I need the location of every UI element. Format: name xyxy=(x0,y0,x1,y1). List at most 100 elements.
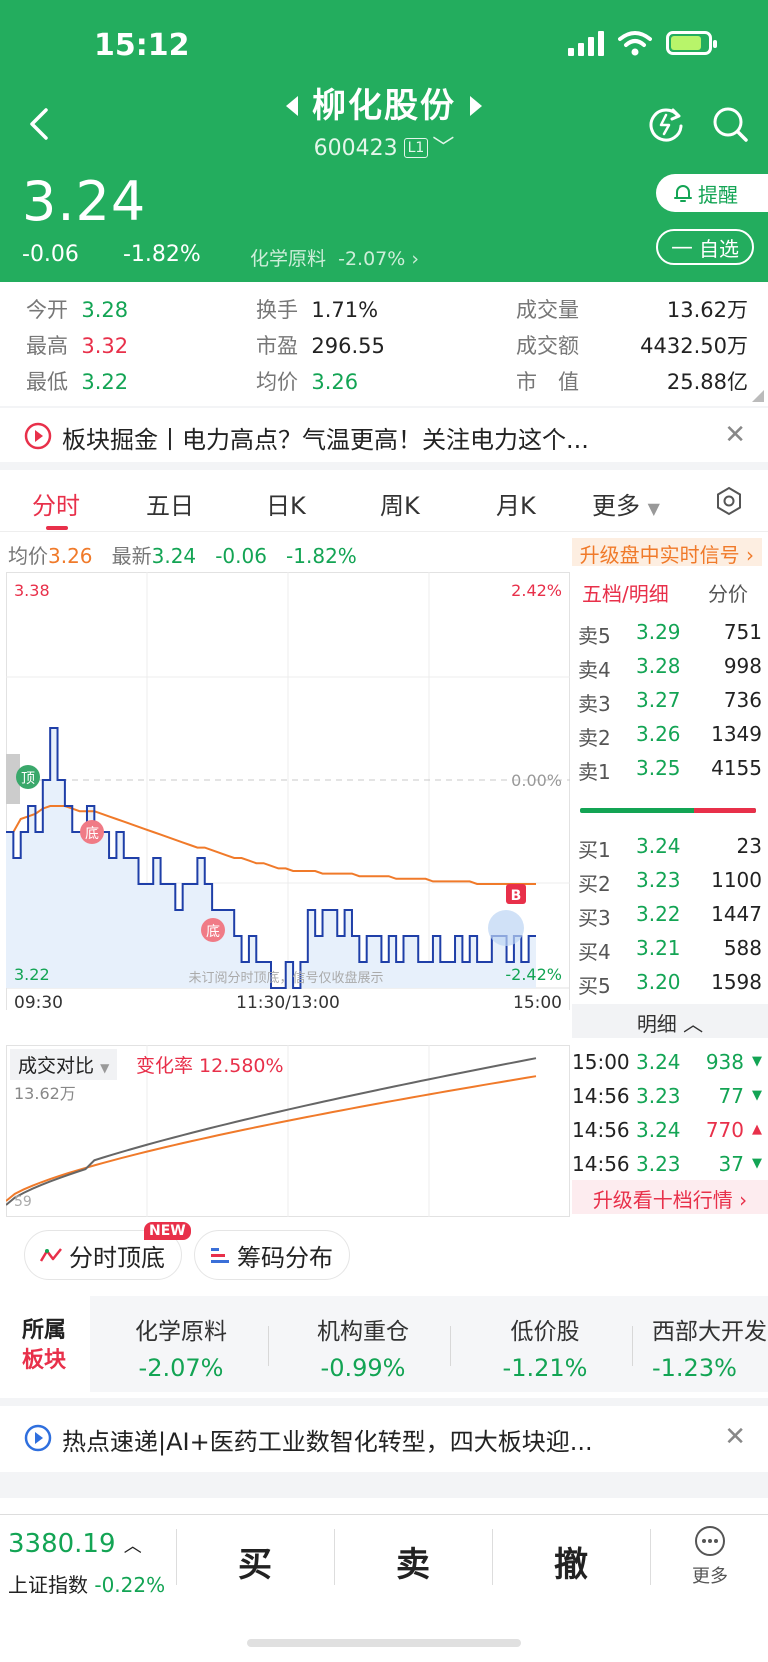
time-label-close: 15:00 xyxy=(513,993,562,1010)
volume-min-label: 59 xyxy=(14,1194,32,1210)
tab-more[interactable]: 更多 ▼ xyxy=(592,486,660,521)
zero-pct-label: 0.00% xyxy=(511,771,562,790)
bid-row[interactable]: 买3 3.22 1447 xyxy=(572,898,768,930)
tab-five-day[interactable]: 五日 xyxy=(146,486,194,521)
bid-row[interactable]: 买2 3.23 1100 xyxy=(572,864,768,896)
volume-max-label: 13.62万 xyxy=(14,1084,76,1103)
sector-item[interactable]: 机构重仓 -0.99% xyxy=(272,1312,454,1382)
buy-signal-label: B xyxy=(511,888,522,904)
signal-icon xyxy=(568,30,604,56)
sectors-section: 所属 板块 化学原料 -2.07% 机构重仓 -0.99% 低价股 -1.21% 西部… xyxy=(0,1296,768,1396)
ask-volume: 751 xyxy=(723,620,762,644)
settings-hexagon-icon[interactable] xyxy=(714,486,744,516)
sector-item[interactable]: 低价股 -1.21% xyxy=(454,1312,636,1382)
tab-monthly-k[interactable]: 月K xyxy=(496,486,536,521)
more-button[interactable]: 更多 xyxy=(684,1525,736,1588)
bid-row[interactable]: 买1 3.24 23 xyxy=(572,830,768,862)
status-icons xyxy=(568,30,717,56)
price-change-pct: -1.82% xyxy=(122,242,201,267)
sector-link[interactable]: 化学原料 -2.07% › xyxy=(250,244,419,271)
buy-button[interactable]: 买 xyxy=(238,1537,272,1586)
ask-row[interactable]: 卖2 3.26 1349 xyxy=(572,718,768,750)
ask-row[interactable]: 卖5 3.29 751 xyxy=(572,616,768,648)
tick-arrow-icon: ▼ xyxy=(752,1054,762,1069)
bell-icon xyxy=(674,185,692,202)
tick-row: 14:56 3.23 37 ▼ xyxy=(572,1148,768,1180)
bid-volume: 1100 xyxy=(711,868,762,892)
search-icon[interactable] xyxy=(710,104,750,144)
ask-row[interactable]: 卖3 3.27 736 xyxy=(572,684,768,716)
sector-item[interactable]: 化学原料 -2.07% xyxy=(90,1312,272,1382)
chevron-up-icon: ︿ xyxy=(123,1536,142,1557)
detail-toggle[interactable]: 明细 ︿ xyxy=(572,1004,768,1038)
stat-pe: 市盈 296.55 xyxy=(256,334,385,358)
play-circle-icon xyxy=(24,422,52,450)
expand-corner-icon[interactable] xyxy=(752,390,764,402)
ask-volume: 1349 xyxy=(711,722,762,746)
ask-price: 3.25 xyxy=(636,756,681,780)
bottom-signal-label-2: 底 xyxy=(206,924,220,940)
wifi-icon xyxy=(618,31,652,56)
bid-label: 买4 xyxy=(578,940,611,964)
bid-volume: 1598 xyxy=(711,970,762,994)
stock-stats: 今开 3.28 换手 1.71% 成交量 13.62万 最高 3.32 市盈 29… xyxy=(0,282,768,408)
intraday-chart[interactable]: 3.38 3.22 2.42% 0.00% -2.42% 未订阅分时顶底，信号仅… xyxy=(6,572,570,1010)
order-book: 五档/明细 分价 卖5 3.29 751 卖4 3.28 998 卖3 3.27 736 卖2 3.… xyxy=(572,572,768,1214)
news-banner-2[interactable]: 热点速递|AI+医药工业数智化转型，四大板块迎... ✕ xyxy=(0,1410,768,1470)
ask-label: 卖3 xyxy=(578,692,611,716)
close-icon[interactable]: ✕ xyxy=(724,420,746,450)
ask-row[interactable]: 卖1 3.25 4155 xyxy=(572,752,768,784)
bid-volume: 588 xyxy=(723,936,762,960)
news-banner-1[interactable]: 板块掘金丨电力高点？气温更高！关注电力这个... ✕ xyxy=(0,408,768,464)
divider xyxy=(0,462,768,470)
volume-compare-dropdown[interactable]: 成交对比 ▼ xyxy=(10,1049,118,1080)
tab-intraday[interactable]: 分时 xyxy=(32,486,80,521)
chip-distribution-button[interactable]: 筹码分布 xyxy=(194,1230,350,1280)
bid-row[interactable]: 买5 3.20 1598 xyxy=(572,966,768,998)
close-icon[interactable]: ✕ xyxy=(724,1422,746,1452)
refresh-icon[interactable] xyxy=(646,104,686,144)
tab-weekly-k[interactable]: 周K xyxy=(380,486,420,521)
next-stock-icon[interactable] xyxy=(470,96,482,116)
cancel-order-button[interactable]: 撤 xyxy=(554,1537,588,1586)
tick-time: 15:00 xyxy=(572,1050,630,1074)
bid-ask-bar xyxy=(580,808,756,813)
bid-row[interactable]: 买4 3.21 588 xyxy=(572,932,768,964)
chevron-down-icon: ﹀ xyxy=(432,136,455,161)
chevron-right-icon: › xyxy=(411,248,419,270)
ask-volume: 998 xyxy=(723,654,762,678)
divider xyxy=(0,1398,768,1406)
high-price-label: 3.38 xyxy=(14,581,50,600)
tab-daily-k[interactable]: 日K xyxy=(266,486,306,521)
bid-ask-bar-red xyxy=(694,808,756,813)
news-text: 热点速递|AI+医药工业数智化转型，四大板块迎... xyxy=(62,1428,593,1456)
bid-label: 买3 xyxy=(578,906,611,930)
sector-list: 化学原料 -2.07% 机构重仓 -0.99% 低价股 -1.21% 西部大开发 -1.… xyxy=(90,1296,768,1392)
ask-label: 卖4 xyxy=(578,658,611,682)
tab-price-dist[interactable]: 分价 xyxy=(708,578,748,607)
battery-icon xyxy=(666,31,717,55)
bid-volume: 1447 xyxy=(711,902,762,926)
watchlist-button[interactable]: — 自选 xyxy=(656,229,754,265)
sector-pct: -2.07% xyxy=(338,248,406,270)
ask-row[interactable]: 卖4 3.28 998 xyxy=(572,650,768,682)
sector-name: 化学原料 xyxy=(250,248,327,270)
ask-volume: 736 xyxy=(723,688,762,712)
sector-item[interactable]: 西部大开发 -1.23% xyxy=(632,1312,768,1382)
alert-button[interactable]: 提醒 xyxy=(656,174,768,212)
bid-label: 买1 xyxy=(578,838,611,862)
orderbook-tabs: 五档/明细 分价 xyxy=(572,572,768,608)
stock-code: 600423 xyxy=(313,136,398,161)
bid-price: 3.20 xyxy=(636,970,681,994)
upgrade-ten-level-button[interactable]: 升级看十档行情 › xyxy=(572,1180,768,1214)
sell-button[interactable]: 卖 xyxy=(396,1537,430,1586)
index-value[interactable]: 3380.19 ︿ xyxy=(8,1529,142,1559)
tab-five-level[interactable]: 五档/明细 xyxy=(582,578,669,607)
upgrade-signal-button[interactable]: 升级盘中实时信号 › xyxy=(571,538,762,567)
bid-volume: 23 xyxy=(736,834,762,858)
tick-time: 14:56 xyxy=(572,1084,630,1108)
stat-market-cap: 市 值 25.88亿 xyxy=(516,370,748,394)
tick-price: 3.23 xyxy=(636,1084,681,1108)
new-badge: NEW xyxy=(144,1222,191,1240)
ask-price: 3.29 xyxy=(636,620,681,644)
